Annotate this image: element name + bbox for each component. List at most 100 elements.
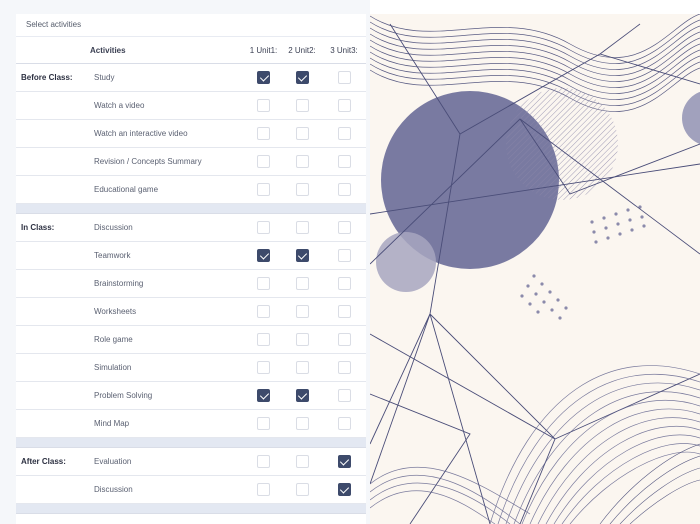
- unit3-checkbox[interactable]: [337, 127, 351, 140]
- activity-label: Discussion: [90, 475, 245, 504]
- phase-cell-empty: [16, 353, 90, 382]
- unit3-checkbox[interactable]: [337, 455, 351, 468]
- unit2-checkbox[interactable]: [295, 249, 309, 262]
- table-row: Discussion: [16, 475, 366, 504]
- unit3-checkbox[interactable]: [337, 417, 351, 430]
- unit3-checkbox[interactable]: [337, 305, 351, 318]
- unit2-checkbox[interactable]: [295, 389, 309, 402]
- unit2-checkbox[interactable]: [295, 99, 309, 112]
- unit2-cell: [282, 147, 322, 176]
- activity-label: Discussion: [90, 213, 245, 242]
- unit1-checkbox[interactable]: [257, 389, 270, 402]
- section-separator: [16, 503, 366, 514]
- unit1-checkbox[interactable]: [257, 305, 270, 318]
- activity-label: Study: [90, 63, 245, 92]
- unit3-cell: [322, 175, 366, 204]
- unit3-checkbox[interactable]: [337, 389, 351, 402]
- activity-label: Mind Map: [90, 409, 245, 438]
- unit2-checkbox[interactable]: [295, 221, 309, 234]
- unit2-cell: [282, 297, 322, 326]
- unit2-checkbox[interactable]: [295, 277, 309, 290]
- table-row: Educational game: [16, 175, 366, 204]
- activities-panel: Select activities Activities 1 Unit1: 2 …: [16, 14, 366, 524]
- unit2-cell: [282, 241, 322, 270]
- unit3-cell: [322, 91, 366, 120]
- unit3-checkbox[interactable]: [337, 221, 351, 234]
- unit1-cell: [245, 119, 282, 148]
- unit3-checkbox[interactable]: [337, 277, 351, 290]
- unit1-cell: [245, 91, 282, 120]
- phase-cell-empty: [16, 147, 90, 176]
- table-row: After Class: Evaluation: [16, 447, 366, 476]
- activity-label: Watch a video: [90, 91, 245, 120]
- table-row: Brainstorming: [16, 269, 366, 298]
- unit3-checkbox[interactable]: [337, 71, 351, 84]
- unit2-checkbox[interactable]: [295, 361, 309, 374]
- unit1-checkbox[interactable]: [257, 71, 270, 84]
- unit3-checkbox[interactable]: [337, 483, 351, 496]
- unit1-checkbox[interactable]: [257, 221, 270, 234]
- unit1-cell: [245, 475, 282, 504]
- unit1-checkbox[interactable]: [257, 155, 270, 168]
- unit3-cell: [322, 213, 366, 242]
- unit3-checkbox[interactable]: [337, 333, 351, 346]
- phase-label: In Class:: [16, 213, 90, 242]
- activity-label: Revision / Concepts Summary: [90, 147, 245, 176]
- phase-cell-empty: [16, 325, 90, 354]
- unit1-cell: [245, 409, 282, 438]
- unit3-checkbox[interactable]: [337, 155, 351, 168]
- unit2-checkbox[interactable]: [295, 127, 309, 140]
- unit1-checkbox[interactable]: [257, 277, 270, 290]
- header-strip: [370, 0, 700, 14]
- table-row: Teamwork: [16, 241, 366, 270]
- unit1-checkbox[interactable]: [257, 249, 270, 262]
- unit1-checkbox[interactable]: [257, 455, 270, 468]
- unit1-cell: [245, 147, 282, 176]
- unit2-cell: [282, 447, 322, 476]
- unit3-checkbox[interactable]: [337, 99, 351, 112]
- unit1-cell: [245, 325, 282, 354]
- unit1-checkbox[interactable]: [257, 127, 270, 140]
- unit3-checkbox[interactable]: [337, 183, 351, 196]
- unit3-cell: [322, 241, 366, 270]
- unit1-checkbox[interactable]: [257, 333, 270, 346]
- unit2-checkbox[interactable]: [295, 155, 309, 168]
- unit3-checkbox[interactable]: [337, 361, 351, 374]
- unit3-cell: [322, 147, 366, 176]
- unit1-checkbox[interactable]: [257, 483, 270, 496]
- unit2-cell: [282, 409, 322, 438]
- unit3-checkbox[interactable]: [337, 249, 351, 262]
- phase-label: Before Class:: [16, 63, 90, 92]
- activities-table: Activities 1 Unit1: 2 Unit2: 3 Unit3: Be…: [16, 37, 366, 514]
- unit2-checkbox[interactable]: [295, 183, 309, 196]
- unit1-checkbox[interactable]: [257, 417, 270, 430]
- abstract-illustration: [370, 14, 700, 524]
- table-row: Revision / Concepts Summary: [16, 147, 366, 176]
- unit1-cell: [245, 353, 282, 382]
- section-separator: [16, 437, 366, 448]
- unit1-cell: [245, 297, 282, 326]
- unit3-cell: [322, 325, 366, 354]
- unit3-cell: [322, 119, 366, 148]
- unit2-checkbox[interactable]: [295, 71, 309, 84]
- unit1-checkbox[interactable]: [257, 361, 270, 374]
- unit1-checkbox[interactable]: [257, 183, 270, 196]
- unit1-column-header: 1 Unit1:: [245, 37, 282, 64]
- table-header-row: Activities 1 Unit1: 2 Unit2: 3 Unit3:: [16, 37, 366, 64]
- unit2-checkbox[interactable]: [295, 417, 309, 430]
- activity-label: Teamwork: [90, 241, 245, 270]
- unit3-cell: [322, 409, 366, 438]
- unit1-checkbox[interactable]: [257, 99, 270, 112]
- unit2-checkbox[interactable]: [295, 333, 309, 346]
- table-row: Problem Solving: [16, 381, 366, 410]
- unit2-checkbox[interactable]: [295, 305, 309, 318]
- unit2-checkbox[interactable]: [295, 483, 309, 496]
- unit3-cell: [322, 269, 366, 298]
- phase-cell-empty: [16, 381, 90, 410]
- unit2-cell: [282, 175, 322, 204]
- unit1-cell: [245, 175, 282, 204]
- table-row: Mind Map: [16, 409, 366, 438]
- unit2-checkbox[interactable]: [295, 455, 309, 468]
- unit1-cell: [245, 213, 282, 242]
- unit1-cell: [245, 269, 282, 298]
